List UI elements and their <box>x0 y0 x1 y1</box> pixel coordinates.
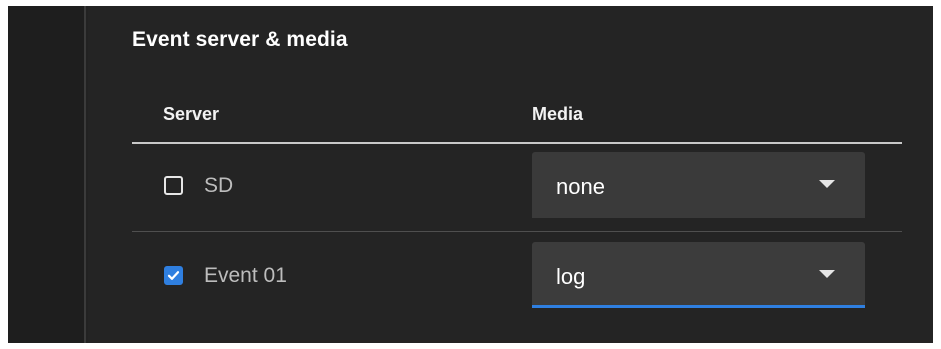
table-row-event-01: Event 01 log <box>132 242 902 312</box>
chevron-down-icon <box>819 180 835 188</box>
row-divider <box>132 231 902 232</box>
left-navigation-rail <box>8 6 86 343</box>
event-01-media-select[interactable]: log <box>532 242 865 308</box>
chevron-down-icon <box>819 270 835 278</box>
sd-media-value: none <box>556 174 605 199</box>
event-01-checkbox[interactable] <box>164 266 183 285</box>
section-title: Event server & media <box>132 28 348 51</box>
media-column-header: Media <box>532 104 584 124</box>
sd-checkbox[interactable] <box>164 176 183 195</box>
settings-window: Event server & media Server Media SD non… <box>8 6 933 343</box>
event-01-media-value: log <box>556 264 586 289</box>
sd-media-select[interactable]: none <box>532 152 865 218</box>
sd-server-label: SD <box>204 174 234 197</box>
table-row-sd: SD none <box>132 152 902 222</box>
server-column-header: Server <box>163 104 220 124</box>
header-divider <box>132 142 902 144</box>
event-01-server-label: Event 01 <box>204 264 287 287</box>
checkmark-icon <box>167 271 180 280</box>
table-header: Server Media <box>132 100 902 140</box>
event-server-media-panel: Event server & media Server Media SD non… <box>88 6 933 343</box>
